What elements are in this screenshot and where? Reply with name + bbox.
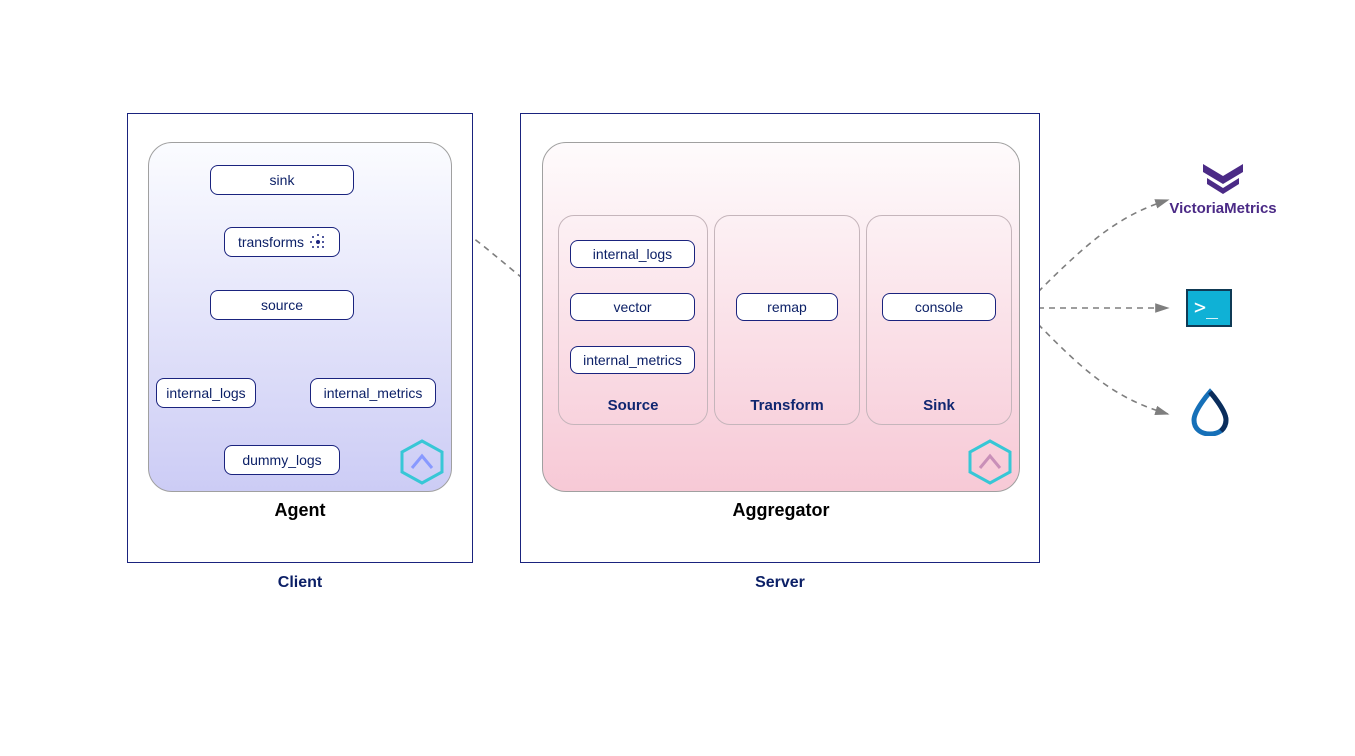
aggregator-node-vector: vector — [570, 293, 695, 321]
terminal-destination-icon: >_ — [1186, 289, 1232, 327]
victoriametrics-icon — [1201, 160, 1245, 198]
agent-label: Agent — [148, 500, 452, 521]
hex-logo-aggregator-icon — [966, 438, 1014, 486]
agent-node-dummy-logs: dummy_logs — [224, 445, 340, 475]
aggregator-transform-label: Transform — [715, 397, 859, 414]
agent-node-transforms-label: transforms — [238, 234, 304, 250]
client-label: Client — [127, 574, 473, 592]
arrow-server-victoriametrics — [1038, 200, 1168, 292]
aggregator-node-remap: remap — [736, 293, 838, 321]
aggregator-node-internal-logs: internal_logs — [570, 240, 695, 268]
aggregator-node-internal-metrics: internal_metrics — [570, 346, 695, 374]
agent-node-sink: sink — [210, 165, 354, 195]
aggregator-label: Aggregator — [542, 500, 1020, 521]
aggregator-source-label: Source — [559, 397, 707, 414]
aggregator-sink-label: Sink — [867, 397, 1011, 414]
victoriametrics-label: VictoriaMetrics — [1158, 200, 1288, 217]
aggregator-node-console: console — [882, 293, 996, 321]
agent-node-source: source — [210, 290, 354, 320]
agent-node-transforms: transforms — [224, 227, 340, 257]
agent-node-internal-logs: internal_logs — [156, 378, 256, 408]
agent-node-internal-metrics: internal_metrics — [310, 378, 436, 408]
server-label: Server — [520, 574, 1040, 592]
sun-icon — [310, 234, 326, 250]
arrow-server-drop — [1038, 324, 1168, 414]
hex-logo-agent-icon — [398, 438, 446, 486]
drop-destination-icon — [1186, 388, 1234, 436]
victoriametrics-destination: VictoriaMetrics — [1158, 160, 1288, 217]
